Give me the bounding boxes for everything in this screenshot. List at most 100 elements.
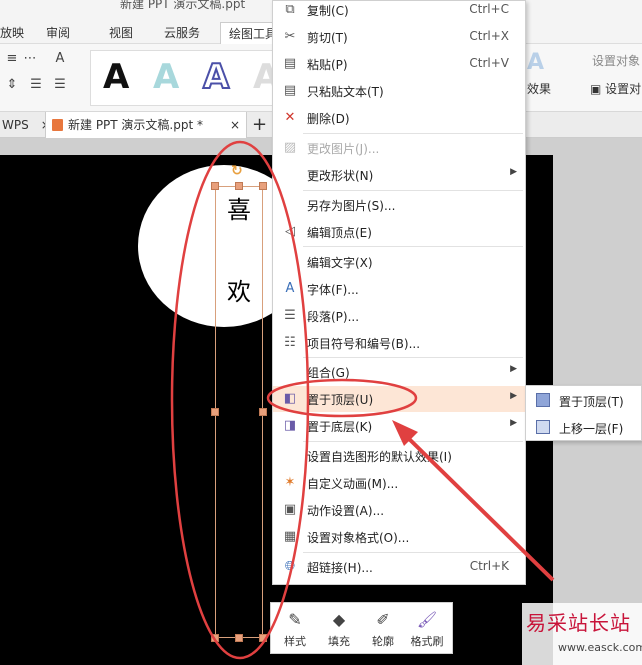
vertical-textbox[interactable] [215,186,263,638]
new-tab-button[interactable]: + [252,112,267,138]
align-icon[interactable]: ☰ [52,78,68,92]
set-object-button[interactable]: ▣ 设置对 [590,80,641,97]
menu-item-label: 动作设置(A)... [307,504,385,518]
menu-item-label: 超链接(H)... [307,561,373,575]
menu-item-shortcut: Ctrl+V [469,56,509,70]
fill-label: 填充 [328,635,350,648]
menu-separator [303,246,523,247]
menu-item-paste-text[interactable]: ▤ 只粘贴文本(T) [273,78,525,104]
bullets-icon: ☷ [284,335,296,350]
send-to-back-icon: ◨ [283,418,297,433]
menu-item-label: 置于底层(K) [307,420,373,434]
resize-handle[interactable] [235,182,243,190]
menu-item-label: 剪切(T) [307,31,348,45]
line-spacing-icon[interactable]: ⇕ [4,78,20,92]
watermark-url: www.easck.com [558,641,642,654]
outline-pen-icon: ✐ [376,610,390,629]
menu-item-bullets[interactable]: ☷ 项目符号和编号(B)... [273,330,525,356]
menu-item-bring-to-front[interactable]: ◧ 置于顶层(U) ▶ [273,386,525,412]
menu-item-shortcut: Ctrl+K [469,559,509,573]
menu-item-label: 字体(F)... [307,283,359,297]
menu-item-label: 粘贴(P) [307,58,348,72]
close-icon[interactable]: × [230,112,240,138]
tab-review[interactable]: 审阅 [46,24,70,41]
menu-item-group[interactable]: 组合(G) ▶ [273,359,525,385]
context-menu: ⧉ 复制(C) Ctrl+C ✂ 剪切(T) Ctrl+X ▤ 粘贴(P) Ct… [272,0,526,585]
font-icon: A [285,281,295,296]
border-icon[interactable]: ≡ [4,52,20,66]
menu-item-edit-points[interactable]: ◁ 编辑顶点(E) [273,219,525,245]
wordart-style-light[interactable]: A [153,57,179,97]
style-button[interactable]: ✎ 样式 [275,607,315,651]
rotate-handle-icon[interactable]: ↻ [231,163,243,179]
edit-points-icon: ◁ [285,224,295,239]
style-label: 样式 [284,635,306,648]
menu-item-paste[interactable]: ▤ 粘贴(P) Ctrl+V [273,51,525,77]
change-picture-icon: ▨ [283,140,297,155]
menu-item-format-object[interactable]: ▦ 设置对象格式(O)... [273,524,525,550]
resize-handle[interactable] [259,182,267,190]
menu-item-label: 复制(C) [307,4,349,18]
format-painter-button[interactable]: 🖌︎ 格式刷 [407,607,447,651]
submenu-arrow-icon: ▶ [510,418,517,428]
resize-handle[interactable] [235,634,243,642]
effects-button[interactable]: 效果 [527,80,551,97]
submenu-item-bring-to-front[interactable]: 置于顶层(T) [526,387,641,413]
submenu-item-bring-forward[interactable]: 上移一层(F) [526,414,641,440]
menu-item-label: 项目符号和编号(B)... [307,337,421,351]
tab-wps[interactable]: WPS× [0,112,51,138]
window-title: 新建 PPT 演示文稿.ppt [120,0,246,11]
resize-handle[interactable] [211,408,219,416]
tab-document[interactable]: 新建 PPT 演示文稿.ppt * × [45,112,247,138]
menu-item-paragraph[interactable]: ☰ 段落(P)... [273,303,525,329]
menu-item-label: 更改形状(N) [307,169,374,183]
menu-item-custom-animation[interactable]: ✶ 自定义动画(M)... [273,470,525,496]
menu-item-shortcut: Ctrl+C [469,2,509,16]
menu-item-label: 编辑顶点(E) [307,226,372,240]
menu-item-edit-text[interactable]: 编辑文字(X) [273,249,525,275]
tab-slideshow[interactable]: 放映 [0,24,24,41]
menu-item-change-shape[interactable]: 更改形状(N) ▶ [273,162,525,188]
menu-item-label: 段落(P)... [307,310,360,324]
menu-separator [303,357,523,358]
document-icon [52,119,63,131]
wordart-gallery[interactable]: A A A A [90,50,280,106]
fill-button[interactable]: ◆ 填充 [319,607,359,651]
text-effect-icon[interactable]: A [527,50,544,75]
menu-item-save-as-picture[interactable]: 另存为图片(S)... [273,192,525,218]
submenu-arrow-icon: ▶ [510,364,517,374]
menu-item-send-to-back[interactable]: ◨ 置于底层(K) ▶ [273,413,525,439]
tab-cloud[interactable]: 云服务 [164,24,200,41]
menu-item-label: 只粘贴文本(T) [307,85,384,99]
indent-icon[interactable]: ☰ [28,78,44,92]
menu-item-delete[interactable]: ✕ 删除(D) [273,105,525,131]
slide-char-2: 欢 [227,278,251,306]
menu-separator [303,133,523,134]
style-icon: ✎ [288,610,302,629]
tab-view[interactable]: 视图 [109,24,133,41]
menu-item-label: 设置对象格式(O)... [307,531,410,545]
menu-item-font[interactable]: A 字体(F)... [273,276,525,302]
resize-handle[interactable] [259,634,267,642]
menu-item-hyperlink[interactable]: 🌐︎ 超链接(H)... Ctrl+K [273,554,525,580]
format-painter-label: 格式刷 [410,635,444,648]
watermark-logo: 易采站长站 www.easck.com [522,603,642,665]
wordart-style-outline[interactable]: A [202,56,230,98]
outline-button[interactable]: ✐ 轮廓 [363,607,403,651]
watermark-text: 易采站长站 [526,611,631,635]
bring-to-front-submenu: 置于顶层(T) 上移一层(F) [525,385,642,441]
line-style-icon[interactable]: ⋯ [22,52,38,66]
resize-handle[interactable] [211,182,219,190]
menu-item-action-settings[interactable]: ▣ 动作设置(A)... [273,497,525,523]
menu-item-label: 删除(D) [307,112,350,126]
slide-char-1: 喜 [227,196,251,224]
resize-handle[interactable] [259,408,267,416]
resize-handle[interactable] [211,634,219,642]
hyperlink-icon: 🌐︎ [284,559,296,574]
menu-item-copy[interactable]: ⧉ 复制(C) Ctrl+C [273,0,525,23]
wordart-style-black[interactable]: A [103,57,129,97]
bring-to-front-icon: ◧ [283,391,297,406]
menu-item-set-default-effect[interactable]: 设置自选图形的默认效果(I) [273,443,525,469]
menu-item-cut[interactable]: ✂ 剪切(T) Ctrl+X [273,24,525,50]
text-direction-icon[interactable]: A [52,52,68,66]
